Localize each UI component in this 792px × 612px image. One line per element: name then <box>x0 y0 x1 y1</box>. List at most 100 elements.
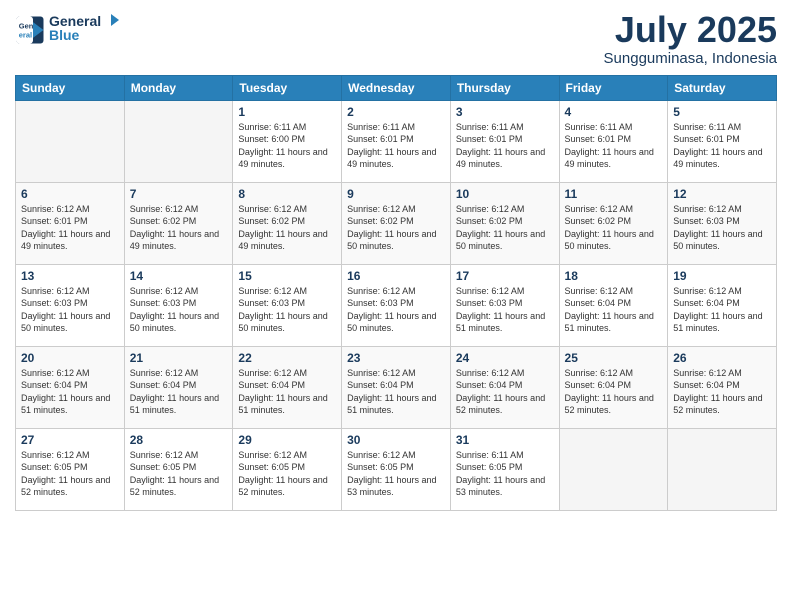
day-number: 1 <box>238 105 336 119</box>
cell-4-6 <box>668 428 777 510</box>
cell-3-0: 20Sunrise: 6:12 AM Sunset: 6:04 PM Dayli… <box>16 346 125 428</box>
cell-1-3: 9 Sunrise: 6:12 AM Sunset: 6:02 PM Daylig… <box>342 182 451 264</box>
day-number: 20 <box>21 351 119 365</box>
cell-0-2: 1 Sunrise: 6:11 AM Sunset: 6:00 PM Daylig… <box>233 100 342 182</box>
cell-0-3: 2Sunrise: 6:11 AM Sunset: 6:01 PM Daylig… <box>342 100 451 182</box>
col-monday: Monday <box>124 75 233 100</box>
day-number: 23 <box>347 351 445 365</box>
day-number: 15 <box>238 269 336 283</box>
cell-info: Sunrise: 6:12 AM Sunset: 6:04 PM Dayligh… <box>673 367 771 417</box>
cell-info: Sunrise: 6:12 AM Sunset: 6:03 PM Dayligh… <box>130 285 228 335</box>
cell-info: Sunrise: 6:12 AM Sunset: 6:04 PM Dayligh… <box>565 285 663 335</box>
day-number: 6 <box>21 187 119 201</box>
cell-info: Sunrise: 6:12 AM Sunset: 6:02 PM Dayligh… <box>565 203 663 253</box>
cell-2-1: 14 Sunrise: 6:12 AM Sunset: 6:03 PM Dayli… <box>124 264 233 346</box>
cell-2-6: 19Sunrise: 6:12 AM Sunset: 6:04 PM Dayli… <box>668 264 777 346</box>
col-tuesday: Tuesday <box>233 75 342 100</box>
cell-1-4: 10Sunrise: 6:12 AM Sunset: 6:02 PM Dayli… <box>450 182 559 264</box>
cell-info: Sunrise: 6:12 AM Sunset: 6:05 PM Dayligh… <box>130 449 228 499</box>
logo-text: General Blue <box>49 10 119 50</box>
calendar-page: Gen eral General Blue July 2025 Sunggumi… <box>0 0 792 612</box>
day-number: 14 <box>130 269 228 283</box>
day-number: 5 <box>673 105 771 119</box>
cell-info: Sunrise: 6:12 AM Sunset: 6:04 PM Dayligh… <box>130 367 228 417</box>
col-thursday: Thursday <box>450 75 559 100</box>
cell-2-2: 15 Sunrise: 6:12 AM Sunset: 6:03 PM Dayli… <box>233 264 342 346</box>
cell-info: Sunrise: 6:11 AM Sunset: 6:01 PM Dayligh… <box>673 121 771 171</box>
calendar-table: Sunday Monday Tuesday Wednesday Thursday… <box>15 75 777 511</box>
cell-info: Sunrise: 6:12 AM Sunset: 6:01 PM Dayligh… <box>21 203 119 253</box>
day-number: 29 <box>238 433 336 447</box>
day-number: 3 <box>456 105 554 119</box>
cell-info: Sunrise: 6:12 AM Sunset: 6:03 PM Dayligh… <box>347 285 445 335</box>
day-number: 12 <box>673 187 771 201</box>
day-number: 9 <box>347 187 445 201</box>
day-number: 11 <box>565 187 663 201</box>
svg-text:eral: eral <box>19 31 32 40</box>
cell-3-5: 25 Sunrise: 6:12 AM Sunset: 6:04 PM Dayli… <box>559 346 668 428</box>
day-number: 27 <box>21 433 119 447</box>
svg-text:Gen: Gen <box>19 22 34 31</box>
cell-3-6: 26Sunrise: 6:12 AM Sunset: 6:04 PM Dayli… <box>668 346 777 428</box>
month-title: July 2025 <box>604 10 777 50</box>
cell-info: Sunrise: 6:11 AM Sunset: 6:00 PM Dayligh… <box>238 121 336 171</box>
cell-4-0: 27 Sunrise: 6:12 AM Sunset: 6:05 PM Dayli… <box>16 428 125 510</box>
day-number: 16 <box>347 269 445 283</box>
cell-info: Sunrise: 6:12 AM Sunset: 6:03 PM Dayligh… <box>456 285 554 335</box>
cell-info: Sunrise: 6:12 AM Sunset: 6:04 PM Dayligh… <box>673 285 771 335</box>
col-sunday: Sunday <box>16 75 125 100</box>
cell-0-5: 4Sunrise: 6:11 AM Sunset: 6:01 PM Daylig… <box>559 100 668 182</box>
cell-0-6: 5 Sunrise: 6:11 AM Sunset: 6:01 PM Daylig… <box>668 100 777 182</box>
cell-0-4: 3 Sunrise: 6:11 AM Sunset: 6:01 PM Daylig… <box>450 100 559 182</box>
day-number: 22 <box>238 351 336 365</box>
cell-info: Sunrise: 6:12 AM Sunset: 6:03 PM Dayligh… <box>673 203 771 253</box>
week-row-3: 20 Sunrise: 6:12 AM Sunset: 6:04 PM Dayli… <box>16 346 777 428</box>
header: Gen eral General Blue July 2025 Sunggumi… <box>15 10 777 67</box>
cell-2-5: 18Sunrise: 6:12 AM Sunset: 6:04 PM Dayli… <box>559 264 668 346</box>
cell-2-4: 17 Sunrise: 6:12 AM Sunset: 6:03 PM Dayli… <box>450 264 559 346</box>
cell-info: Sunrise: 6:11 AM Sunset: 6:01 PM Dayligh… <box>456 121 554 171</box>
cell-3-2: 22 Sunrise: 6:12 AM Sunset: 6:04 PM Dayli… <box>233 346 342 428</box>
location: Sungguminasa, Indonesia <box>604 50 777 67</box>
week-row-4: 27 Sunrise: 6:12 AM Sunset: 6:05 PM Dayli… <box>16 428 777 510</box>
cell-info: Sunrise: 6:12 AM Sunset: 6:05 PM Dayligh… <box>21 449 119 499</box>
cell-info: Sunrise: 6:12 AM Sunset: 6:03 PM Dayligh… <box>21 285 119 335</box>
cell-info: Sunrise: 6:11 AM Sunset: 6:05 PM Dayligh… <box>456 449 554 499</box>
cell-3-4: 24 Sunrise: 6:12 AM Sunset: 6:04 PM Dayli… <box>450 346 559 428</box>
day-number: 30 <box>347 433 445 447</box>
logo: Gen eral General Blue <box>15 10 119 50</box>
cell-info: Sunrise: 6:12 AM Sunset: 6:02 PM Dayligh… <box>130 203 228 253</box>
day-number: 2 <box>347 105 445 119</box>
cell-info: Sunrise: 6:12 AM Sunset: 6:02 PM Dayligh… <box>456 203 554 253</box>
day-number: 8 <box>238 187 336 201</box>
svg-text:Blue: Blue <box>49 27 80 43</box>
day-number: 31 <box>456 433 554 447</box>
cell-info: Sunrise: 6:12 AM Sunset: 6:04 PM Dayligh… <box>347 367 445 417</box>
col-saturday: Saturday <box>668 75 777 100</box>
cell-4-5 <box>559 428 668 510</box>
cell-info: Sunrise: 6:12 AM Sunset: 6:03 PM Dayligh… <box>238 285 336 335</box>
cell-info: Sunrise: 6:12 AM Sunset: 6:04 PM Dayligh… <box>565 367 663 417</box>
cell-1-2: 8 Sunrise: 6:12 AM Sunset: 6:02 PM Daylig… <box>233 182 342 264</box>
cell-info: Sunrise: 6:12 AM Sunset: 6:02 PM Dayligh… <box>238 203 336 253</box>
day-number: 25 <box>565 351 663 365</box>
day-number: 28 <box>130 433 228 447</box>
cell-4-4: 31 Sunrise: 6:11 AM Sunset: 6:05 PM Dayli… <box>450 428 559 510</box>
day-number: 7 <box>130 187 228 201</box>
cell-info: Sunrise: 6:12 AM Sunset: 6:05 PM Dayligh… <box>347 449 445 499</box>
cell-1-5: 11 Sunrise: 6:12 AM Sunset: 6:02 PM Dayli… <box>559 182 668 264</box>
cell-info: Sunrise: 6:12 AM Sunset: 6:02 PM Dayligh… <box>347 203 445 253</box>
cell-1-0: 6 Sunrise: 6:12 AM Sunset: 6:01 PM Daylig… <box>16 182 125 264</box>
cell-0-1 <box>124 100 233 182</box>
day-number: 17 <box>456 269 554 283</box>
day-number: 24 <box>456 351 554 365</box>
day-number: 4 <box>565 105 663 119</box>
col-friday: Friday <box>559 75 668 100</box>
cell-info: Sunrise: 6:12 AM Sunset: 6:04 PM Dayligh… <box>456 367 554 417</box>
col-wednesday: Wednesday <box>342 75 451 100</box>
cell-info: Sunrise: 6:12 AM Sunset: 6:04 PM Dayligh… <box>238 367 336 417</box>
week-row-2: 13 Sunrise: 6:12 AM Sunset: 6:03 PM Dayli… <box>16 264 777 346</box>
cell-4-1: 28 Sunrise: 6:12 AM Sunset: 6:05 PM Dayli… <box>124 428 233 510</box>
cell-3-1: 21Sunrise: 6:12 AM Sunset: 6:04 PM Dayli… <box>124 346 233 428</box>
day-number: 13 <box>21 269 119 283</box>
